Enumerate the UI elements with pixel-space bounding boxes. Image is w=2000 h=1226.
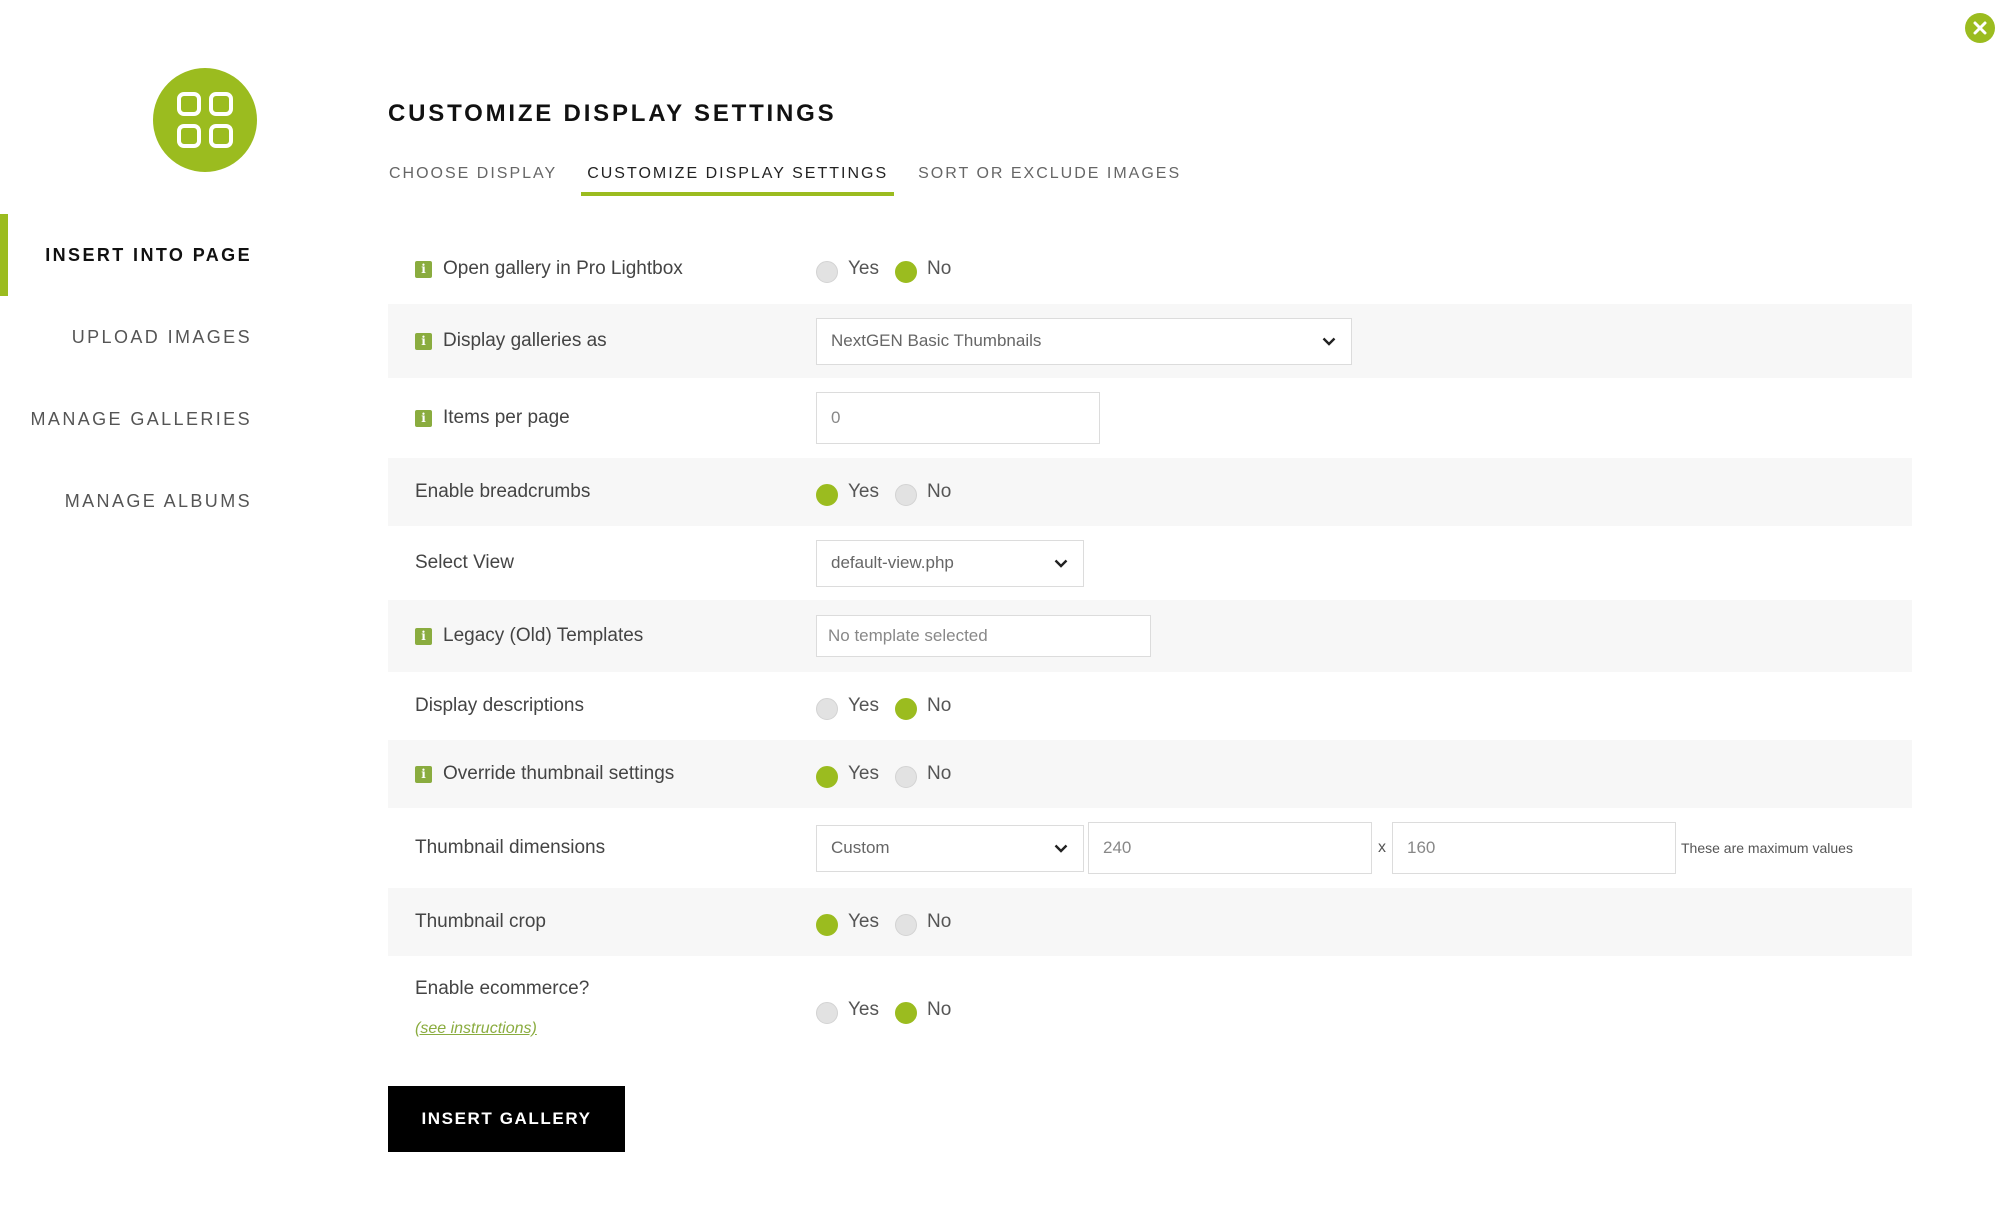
thumbnail-crop-radio-group: Yes No <box>816 908 967 936</box>
setting-row-thumbnail-crop: Thumbnail crop Yes No <box>388 888 1912 956</box>
setting-row-pro-lightbox: i Open gallery in Pro Lightbox Yes No <box>388 234 1912 304</box>
setting-label: Display galleries as <box>443 330 607 351</box>
sidebar-item-label: MANAGE ALBUMS <box>64 490 252 511</box>
radio-yes[interactable]: Yes <box>816 255 879 283</box>
info-icon[interactable]: i <box>415 627 432 645</box>
thumbnail-height-input[interactable]: 160 <box>1392 822 1676 874</box>
info-icon[interactable]: i <box>415 260 432 278</box>
radio-yes[interactable]: Yes <box>816 760 879 788</box>
max-values-note: These are maximum values <box>1681 840 1853 856</box>
radio-yes[interactable]: Yes <box>816 692 879 720</box>
setting-label: Enable ecommerce? <box>415 978 590 999</box>
setting-row-select-view: Select View default-view.php <box>388 526 1912 600</box>
sidebar: INSERT INTO PAGE UPLOAD IMAGES MANAGE GA… <box>0 0 300 1226</box>
radio-button[interactable] <box>895 914 917 936</box>
radio-yes[interactable]: Yes <box>816 478 879 506</box>
thumbnail-size-select[interactable]: Custom <box>816 824 1084 872</box>
setting-label: Select View <box>415 552 514 573</box>
see-instructions-link[interactable]: (see instructions) <box>415 1020 537 1038</box>
logo <box>153 68 257 172</box>
radio-no[interactable]: No <box>895 760 951 788</box>
info-icon[interactable]: i <box>415 409 432 427</box>
ecommerce-radio-group: Yes No <box>816 996 967 1024</box>
tab-bar: CHOOSE DISPLAY CUSTOMIZE DISPLAY SETTING… <box>388 164 1205 196</box>
settings-form: i Open gallery in Pro Lightbox Yes No i Di… <box>388 234 1912 1064</box>
chevron-down-icon <box>1053 555 1069 571</box>
setting-row-legacy-templates: i Legacy (Old) Templates No template sele… <box>388 600 1912 672</box>
radio-no[interactable]: No <box>895 996 951 1024</box>
radio-button[interactable] <box>895 766 917 788</box>
sidebar-item-label: INSERT INTO PAGE <box>45 244 252 265</box>
radio-button[interactable] <box>895 261 917 283</box>
chevron-down-icon <box>1053 840 1069 856</box>
info-icon[interactable]: i <box>415 765 432 783</box>
display-type-select[interactable]: NextGEN Basic Thumbnails <box>816 317 1352 365</box>
sidebar-item-label: MANAGE GALLERIES <box>30 408 252 429</box>
radio-yes[interactable]: Yes <box>816 908 879 936</box>
items-per-page-input[interactable]: 0 <box>816 392 1100 444</box>
radio-no[interactable]: No <box>895 692 951 720</box>
radio-button[interactable] <box>816 698 838 720</box>
setting-row-thumbnail-dimensions: Thumbnail dimensions Custom 240 x 160 Th… <box>388 808 1912 888</box>
radio-no[interactable]: No <box>895 478 951 506</box>
radio-button[interactable] <box>816 261 838 283</box>
chevron-down-icon <box>1321 333 1337 349</box>
view-select[interactable]: default-view.php <box>816 539 1084 587</box>
setting-row-display-as: i Display galleries as NextGEN Basic Thum… <box>388 304 1912 378</box>
insert-gallery-button[interactable]: INSERT GALLERY <box>388 1086 625 1152</box>
setting-label: Enable breadcrumbs <box>415 481 591 502</box>
setting-row-descriptions: Display descriptions Yes No <box>388 672 1912 740</box>
tab-customize-display-settings[interactable]: CUSTOMIZE DISPLAY SETTINGS <box>581 164 895 196</box>
setting-row-items-per-page: i Items per page 0 <box>388 378 1912 458</box>
setting-label: Open gallery in Pro Lightbox <box>443 258 683 279</box>
setting-label: Display descriptions <box>415 695 584 716</box>
page-title: CUSTOMIZE DISPLAY SETTINGS <box>388 100 837 127</box>
radio-button[interactable] <box>816 766 838 788</box>
sidebar-item-manage-albums[interactable]: MANAGE ALBUMS <box>0 460 268 542</box>
close-button[interactable] <box>1965 13 1995 43</box>
radio-button[interactable] <box>895 484 917 506</box>
tab-sort-or-exclude-images[interactable]: SORT OR EXCLUDE IMAGES <box>912 164 1187 196</box>
sidebar-item-label: UPLOAD IMAGES <box>71 326 252 347</box>
radio-button[interactable] <box>816 914 838 936</box>
tab-choose-display[interactable]: CHOOSE DISPLAY <box>388 164 563 196</box>
radio-no[interactable]: No <box>895 908 951 936</box>
dimension-separator: x <box>1378 839 1386 856</box>
radio-yes[interactable]: Yes <box>816 996 879 1024</box>
radio-button[interactable] <box>816 484 838 506</box>
grid-icon <box>177 92 233 148</box>
setting-label: Override thumbnail settings <box>443 763 675 784</box>
legacy-template-input[interactable]: No template selected <box>816 615 1151 657</box>
descriptions-radio-group: Yes No <box>816 692 967 720</box>
override-thumbnail-radio-group: Yes No <box>816 760 967 788</box>
setting-label: Thumbnail dimensions <box>415 837 606 858</box>
radio-button[interactable] <box>816 1002 838 1024</box>
radio-button[interactable] <box>895 1002 917 1024</box>
pro-lightbox-radio-group: Yes No <box>816 255 967 283</box>
setting-label: Legacy (Old) Templates <box>443 625 644 646</box>
breadcrumbs-radio-group: Yes No <box>816 478 967 506</box>
setting-row-breadcrumbs: Enable breadcrumbs Yes No <box>388 458 1912 526</box>
radio-no[interactable]: No <box>895 255 951 283</box>
close-icon <box>1973 21 1987 35</box>
info-icon[interactable]: i <box>415 332 432 350</box>
radio-button[interactable] <box>895 698 917 720</box>
setting-row-override-thumbnail: i Override thumbnail settings Yes No <box>388 740 1912 808</box>
setting-label: Thumbnail crop <box>415 911 546 932</box>
setting-label: Items per page <box>443 407 570 428</box>
setting-row-ecommerce: Enable ecommerce? (see instructions) Yes… <box>388 956 1912 1064</box>
thumbnail-width-input[interactable]: 240 <box>1088 822 1372 874</box>
sidebar-item-upload-images[interactable]: UPLOAD IMAGES <box>0 296 268 378</box>
sidebar-item-manage-galleries[interactable]: MANAGE GALLERIES <box>0 378 268 460</box>
sidebar-item-insert-into-page[interactable]: INSERT INTO PAGE <box>0 214 268 296</box>
